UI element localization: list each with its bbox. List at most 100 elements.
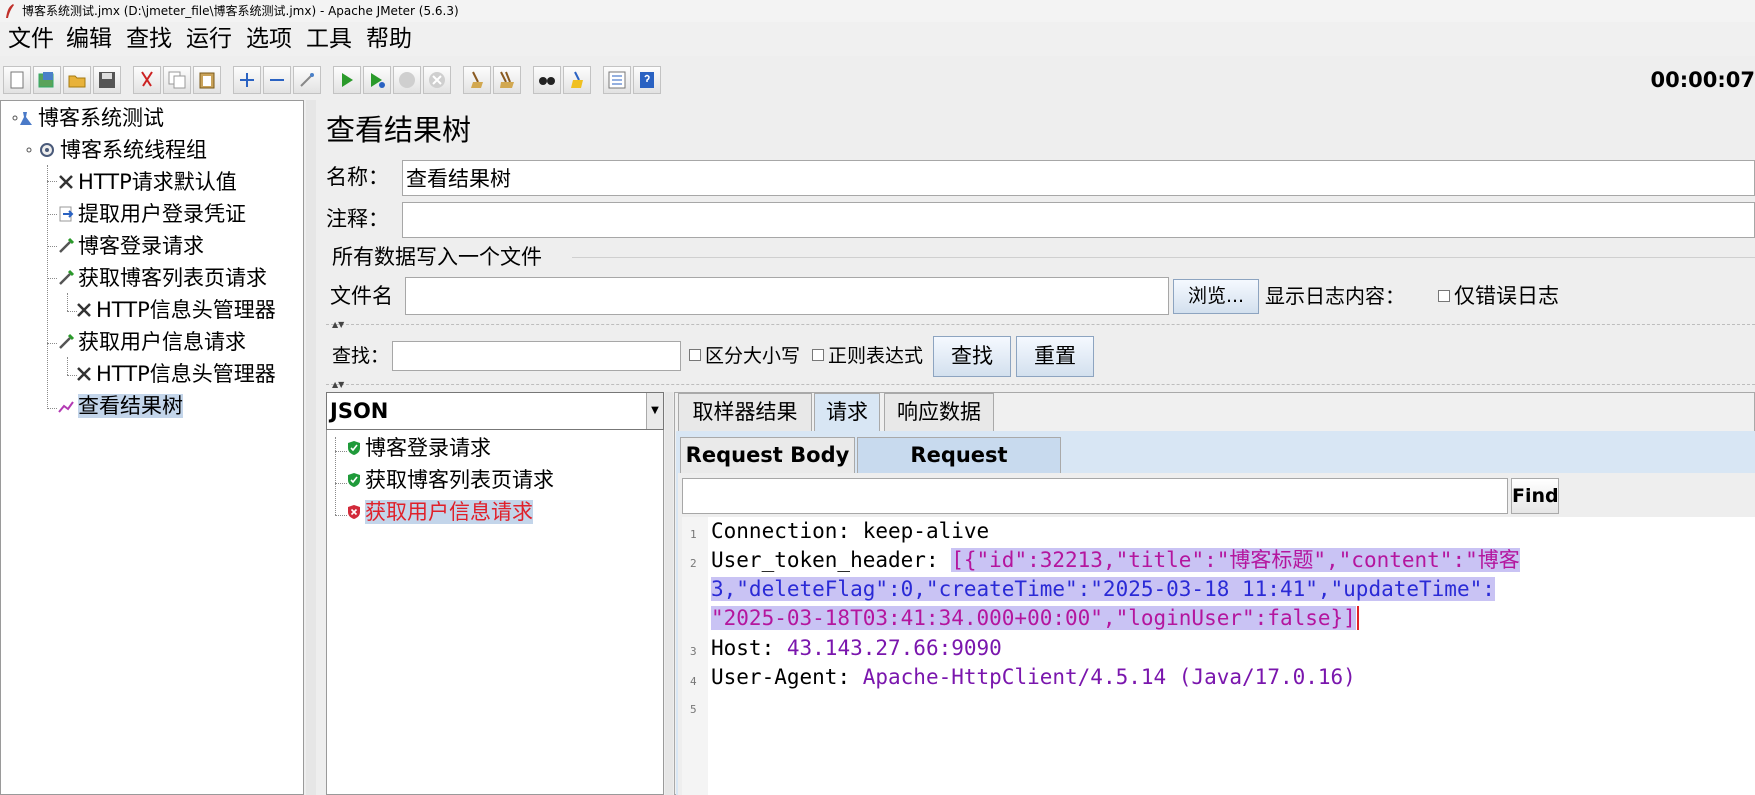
search-input[interactable] <box>392 341 681 371</box>
tree-node-view-results-tree[interactable]: 查看结果树 <box>57 391 183 421</box>
comment-input[interactable] <box>402 202 1755 238</box>
menu-search[interactable]: 查找 <box>126 24 172 54</box>
find-text-button[interactable]: Find <box>1511 478 1559 514</box>
name-input[interactable]: 查看结果树 <box>402 160 1755 196</box>
header-value-continuation: "2025-03-18T03:41:34.000+00:00","loginUs… <box>711 606 1356 630</box>
regex-checkbox[interactable]: 正则表达式 <box>812 343 923 369</box>
tree-node-thread-group[interactable]: 博客系统线程组 <box>23 135 207 165</box>
paste-icon <box>199 72 215 89</box>
header-value: [{"id":32213,"title":"博客标题","content":"博… <box>951 548 1520 572</box>
tree-node-extract-login[interactable]: 提取用户登录凭证 <box>57 199 246 229</box>
section-divider[interactable] <box>326 324 1755 325</box>
menu-options[interactable]: 选项 <box>246 24 292 54</box>
menu-run[interactable]: 运行 <box>186 24 232 54</box>
play-icon <box>342 73 353 87</box>
collapse-button[interactable] <box>263 66 291 94</box>
reset-button[interactable]: 重置 <box>1016 336 1094 377</box>
split-pane-divider[interactable] <box>306 100 316 795</box>
expand-button[interactable] <box>233 66 261 94</box>
renderer-select[interactable]: JSON ▼ <box>326 392 664 430</box>
browse-button[interactable]: 浏览... <box>1173 279 1259 314</box>
plus-icon <box>240 73 254 87</box>
header-value: 43.143.27.66:9090 <box>786 636 1002 660</box>
tree-node-test-plan[interactable]: 博客系统测试 <box>5 103 164 133</box>
tree-node-login-request[interactable]: 博客登录请求 <box>57 231 204 261</box>
clear-button[interactable] <box>463 66 491 94</box>
result-item-login[interactable]: 博客登录请求 <box>347 433 491 463</box>
search-button[interactable] <box>533 66 561 94</box>
tree-node-http-defaults[interactable]: HTTP请求默认值 <box>57 167 237 197</box>
case-sensitive-checkbox[interactable]: 区分大小写 <box>689 343 800 369</box>
comment-label: 注释： <box>326 207 389 231</box>
function-helper-button[interactable] <box>603 66 631 94</box>
paste-button[interactable] <box>193 66 221 94</box>
open-button[interactable] <box>63 66 91 94</box>
start-no-pause-button[interactable] <box>363 66 391 94</box>
clear-all-button[interactable] <box>493 66 521 94</box>
line-number: 4 <box>690 675 697 688</box>
panel-title: 查看结果树 <box>326 113 472 147</box>
copy-icon <box>168 71 186 89</box>
result-label: 博客登录请求 <box>365 436 491 460</box>
tree-label: 博客登录请求 <box>78 234 204 258</box>
wrench-screwdriver-icon <box>77 303 91 317</box>
tab-request[interactable]: 请求 <box>814 393 880 431</box>
header-line-connection: Connection: keep-alive <box>711 519 990 543</box>
cut-button[interactable] <box>133 66 161 94</box>
tab-response-data[interactable]: 响应数据 <box>884 393 994 431</box>
menu-edit[interactable]: 编辑 <box>66 24 112 54</box>
folder-open-icon <box>68 75 86 88</box>
chevron-down-icon[interactable]: ▼ <box>646 393 663 429</box>
scissors-icon <box>141 71 153 87</box>
collapse-arrows-icon[interactable]: ▲▼ <box>332 381 344 389</box>
find-button[interactable]: 查找 <box>933 336 1011 377</box>
case-sensitive-label: 区分大小写 <box>705 345 801 367</box>
brush-icon <box>571 71 583 88</box>
collapse-arrows-icon[interactable]: ▲▼ <box>332 321 344 329</box>
success-shield-icon <box>348 473 360 487</box>
result-item-user-info[interactable]: 获取用户信息请求 <box>347 497 533 527</box>
new-button[interactable] <box>3 66 31 94</box>
templates-button[interactable] <box>33 66 61 94</box>
find-text-input[interactable] <box>682 478 1508 514</box>
regex-label: 正则表达式 <box>828 345 924 367</box>
save-button[interactable] <box>93 66 121 94</box>
menu-tools[interactable]: 工具 <box>306 24 352 54</box>
tree-node-header-manager-2[interactable]: HTTP信息头管理器 <box>75 359 276 389</box>
vertical-splitter[interactable] <box>665 392 673 795</box>
sampler-pipette-icon <box>59 237 75 253</box>
reset-search-button[interactable] <box>563 66 591 94</box>
section-divider[interactable] <box>326 384 1755 385</box>
copy-button[interactable] <box>163 66 191 94</box>
errors-only-checkbox[interactable]: 仅错误日志 <box>1438 283 1559 309</box>
header-value: Apache-HttpClient/4.5.14 (Java/17.0.16) <box>862 665 1356 689</box>
tree-node-blog-list-request[interactable]: 获取博客列表页请求 <box>57 263 267 293</box>
new-file-icon <box>10 71 24 89</box>
header-key: User-Agent <box>711 665 838 689</box>
jmeter-feather-icon <box>6 4 14 18</box>
line-number: 2 <box>690 557 697 570</box>
shutdown-button[interactable] <box>423 66 451 94</box>
menu-file[interactable]: 文件 <box>8 24 54 54</box>
help-button[interactable] <box>633 66 661 94</box>
toggle-button[interactable] <box>293 66 321 94</box>
stop-button[interactable] <box>393 66 421 94</box>
binoculars-icon <box>539 77 555 85</box>
tree-label: 获取用户信息请求 <box>78 330 246 354</box>
start-button[interactable] <box>333 66 361 94</box>
wand-icon <box>300 73 314 87</box>
tree-node-user-info-request[interactable]: 获取用户信息请求 <box>57 327 246 357</box>
tab-sampler-result[interactable]: 取样器结果 <box>678 393 812 431</box>
header-value-continuation: 3,"deleteFlag":0,"createTime":"2025-03-1… <box>711 577 1495 601</box>
tab-request-headers[interactable]: Request Headers <box>857 437 1061 501</box>
tree-label: HTTP请求默认值 <box>78 170 237 194</box>
filename-input[interactable] <box>405 277 1169 315</box>
headers-text-area[interactable]: 1 2 3 4 5 Connection: keep-alive User_to… <box>682 517 1755 795</box>
test-plan-flask-icon <box>12 112 32 125</box>
tree-node-header-manager-1[interactable]: HTTP信息头管理器 <box>75 295 276 325</box>
result-item-blog-list[interactable]: 获取博客列表页请求 <box>347 465 554 495</box>
tab-request-body[interactable]: Request Body <box>680 437 855 473</box>
header-value: keep-alive <box>862 519 990 543</box>
result-label: 获取博客列表页请求 <box>365 468 554 492</box>
menu-help[interactable]: 帮助 <box>366 24 412 54</box>
